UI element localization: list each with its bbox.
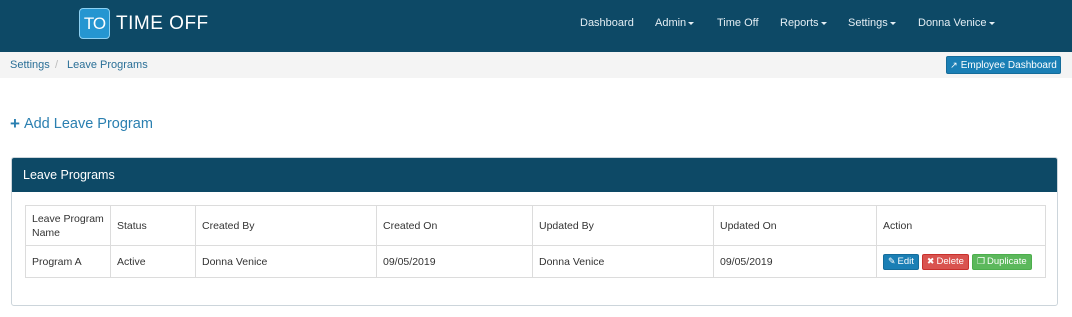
panel-title: Leave Programs: [23, 168, 115, 182]
add-leave-program-link[interactable]: + Add Leave Program: [10, 115, 153, 132]
cell-updated-by: Donna Venice: [532, 245, 714, 278]
nav-user-menu[interactable]: Donna Venice: [918, 17, 995, 29]
nav-reports-label: Reports: [780, 17, 819, 29]
nav-reports[interactable]: Reports: [780, 17, 827, 29]
nav-dashboard[interactable]: Dashboard: [580, 17, 634, 29]
caret-down-icon: [988, 22, 995, 25]
delete-label: Delete: [936, 256, 964, 267]
breadcrumb: Settings / Leave Programs: [0, 52, 1072, 78]
app-logo[interactable]: TO TIME OFF: [79, 8, 209, 39]
logo-text: TIME OFF: [116, 12, 209, 34]
nav-user-label: Donna Venice: [918, 17, 987, 29]
cell-created-on: 09/05/2019: [376, 245, 533, 278]
leave-programs-panel: Leave Programs Leave Program Name Status…: [11, 157, 1058, 306]
nav-settings-label: Settings: [848, 17, 888, 29]
duplicate-label: Duplicate: [987, 256, 1027, 267]
edit-icon: ✎: [888, 256, 896, 266]
nav-admin[interactable]: Admin: [655, 17, 695, 29]
add-leave-program-label: Add Leave Program: [23, 115, 153, 132]
external-link-icon: ↗: [950, 59, 958, 70]
column-header: Updated By: [532, 205, 714, 246]
cell-name: Program A: [25, 245, 111, 278]
column-header: Leave Program Name: [25, 205, 111, 246]
edit-label: Edit: [897, 256, 914, 267]
employee-dashboard-label: Employee Dashboard: [960, 59, 1057, 71]
cell-created-by: Donna Venice: [195, 245, 377, 278]
plus-icon: +: [10, 114, 20, 133]
trash-icon: ✖: [926, 256, 935, 266]
nav-admin-label: Admin: [655, 17, 687, 29]
leave-programs-table: Leave Program Name Status Created By Cre…: [25, 205, 1046, 278]
nav-settings[interactable]: Settings: [848, 17, 896, 29]
nav-time-off[interactable]: Time Off: [717, 17, 759, 29]
caret-down-icon: [820, 22, 827, 25]
column-header: Action: [876, 205, 1046, 246]
nav-dashboard-label: Dashboard: [580, 17, 634, 29]
logo-badge: TO: [79, 8, 110, 39]
copy-icon: ❐: [976, 256, 986, 266]
cell-status: Active: [110, 245, 196, 278]
column-header: Created On: [376, 205, 533, 246]
breadcrumb-separator: /: [55, 59, 59, 71]
breadcrumb-settings[interactable]: Settings: [10, 59, 50, 71]
cell-actions: ✎ Edit ✖ Delete ❐ Duplicate: [876, 245, 1046, 278]
row-actions: ✎ Edit ✖ Delete ❐ Duplicate: [883, 253, 1039, 270]
edit-button[interactable]: ✎ Edit: [883, 253, 919, 270]
table-row: Program A Active Donna Venice 09/05/2019…: [25, 245, 1046, 278]
column-header: Updated On: [713, 205, 877, 246]
cell-updated-on: 09/05/2019: [713, 245, 877, 278]
caret-down-icon: [688, 22, 695, 25]
duplicate-button[interactable]: ❐ Duplicate: [971, 253, 1032, 270]
delete-button[interactable]: ✖ Delete: [921, 253, 969, 270]
top-navbar: TO TIME OFF Dashboard Admin Time Off Rep…: [0, 0, 1072, 52]
caret-down-icon: [889, 22, 896, 25]
column-header: Status: [110, 205, 196, 246]
nav-time-off-label: Time Off: [717, 17, 759, 29]
table-header-row: Leave Program Name Status Created By Cre…: [25, 205, 1046, 246]
column-header: Created By: [195, 205, 377, 246]
breadcrumb-current[interactable]: Leave Programs: [67, 59, 148, 71]
panel-header: Leave Programs: [12, 158, 1057, 192]
employee-dashboard-button[interactable]: ↗ Employee Dashboard: [946, 56, 1061, 74]
